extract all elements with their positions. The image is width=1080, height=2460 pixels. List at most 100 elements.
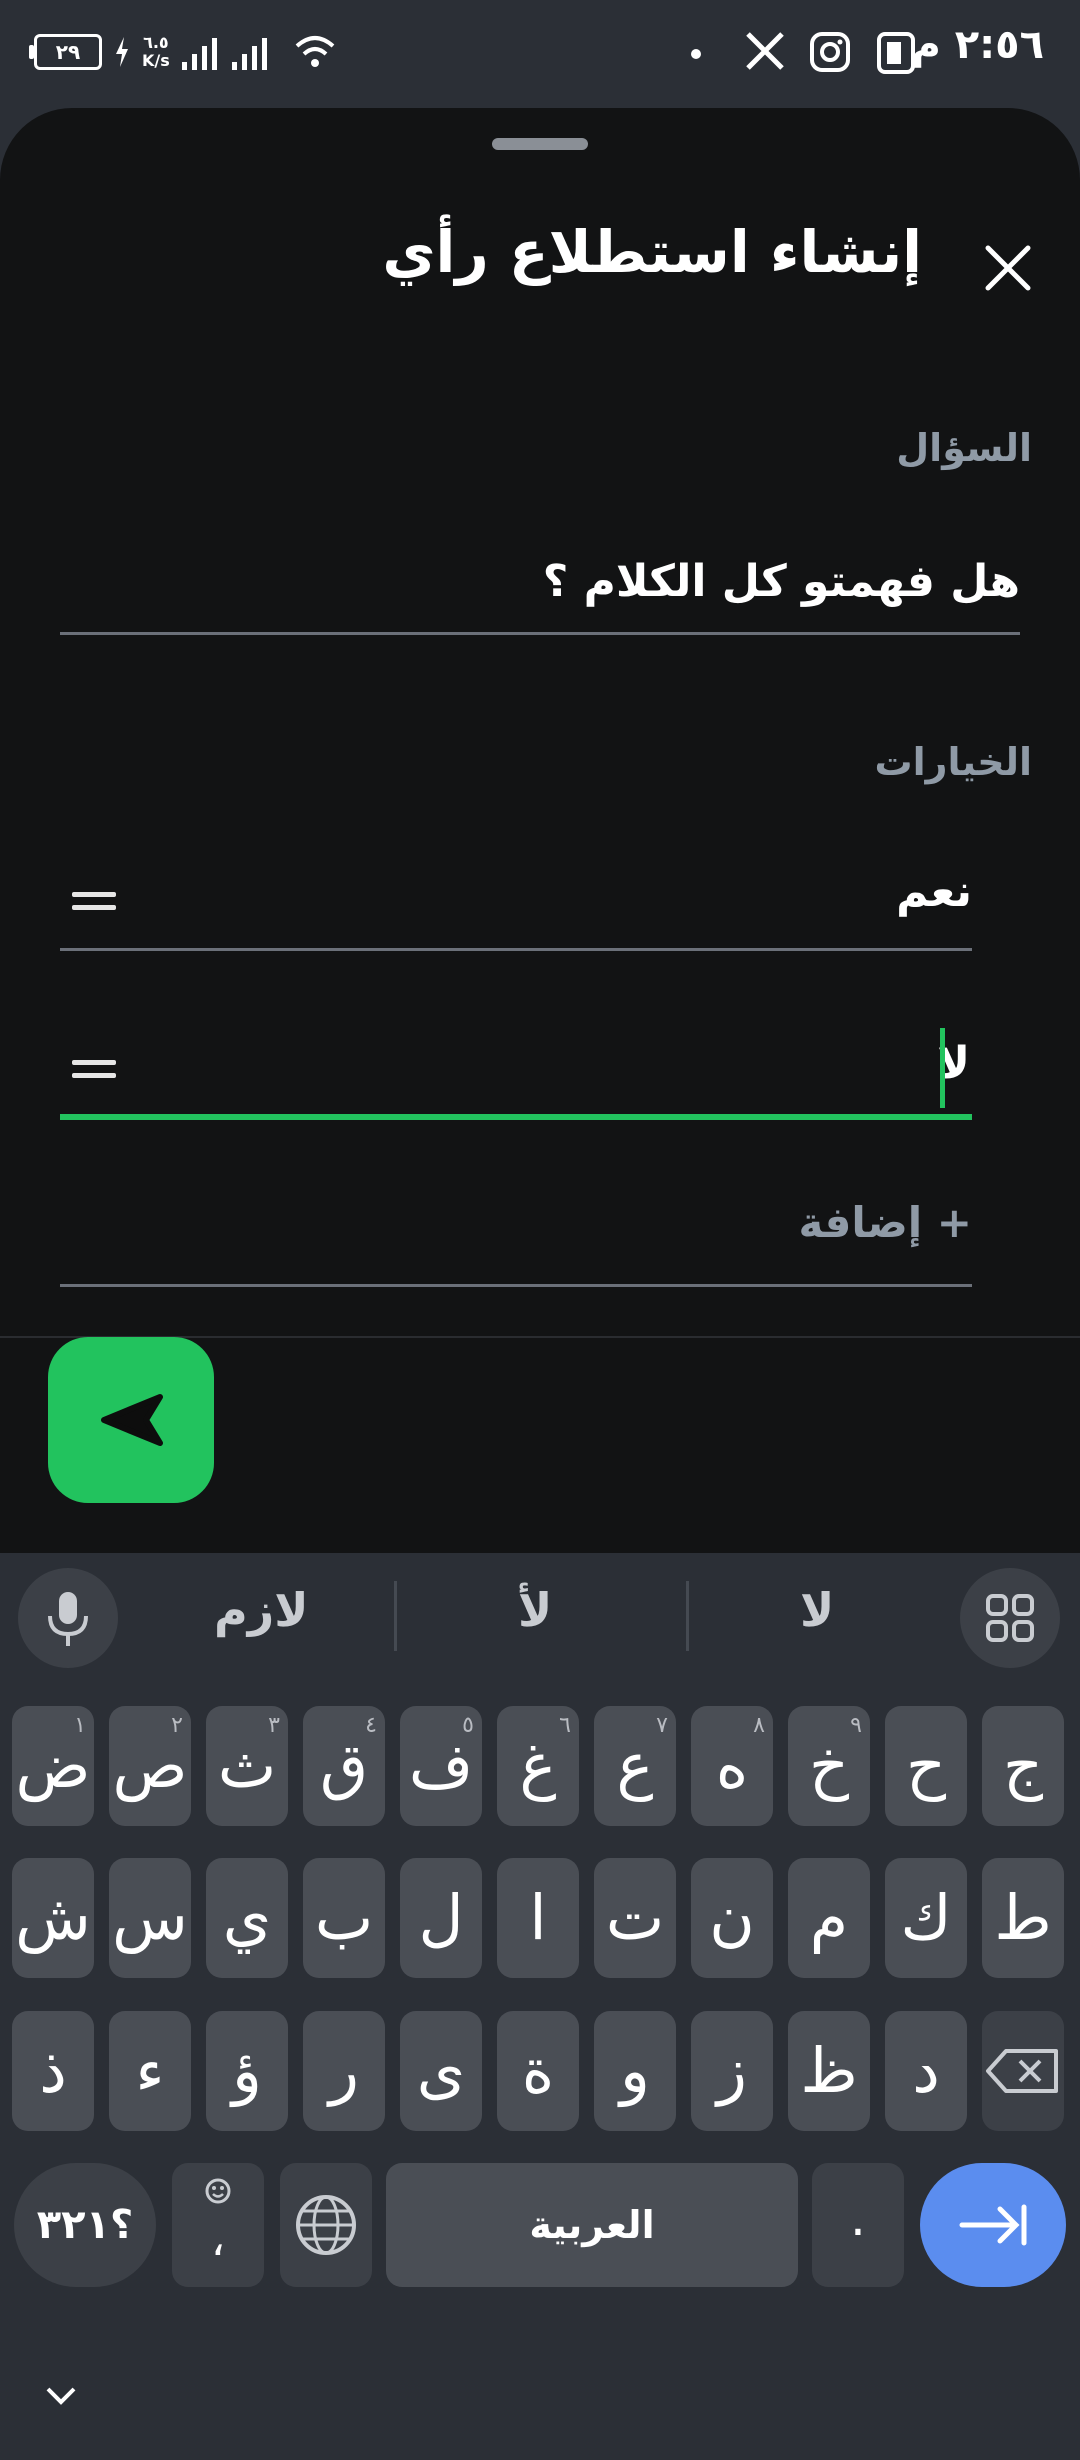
drag-handle-icon[interactable] <box>72 1060 116 1086</box>
key-hint: ٣ <box>268 1713 280 1738</box>
key-label: د <box>912 2034 940 2107</box>
backspace-key[interactable] <box>982 2011 1064 2131</box>
key[interactable]: ن <box>691 1858 773 1978</box>
key-label: ط <box>994 1881 1052 1954</box>
key[interactable]: د <box>885 2011 967 2131</box>
key-hint: ١ <box>74 1713 86 1738</box>
key-label: ش <box>15 1881 91 1954</box>
create-poll-sheet: إنشاء استطلاع رأي السؤال هل فهمتو كل الك… <box>0 108 1080 1553</box>
emoji-comma-key[interactable]: ، <box>172 2163 264 2287</box>
key[interactable]: ت <box>594 1858 676 1978</box>
grid-icon <box>986 1594 1034 1642</box>
key-label: غ <box>519 1729 557 1802</box>
add-option-underline <box>60 1284 972 1287</box>
add-option-button[interactable]: + إضافة <box>798 1198 972 1247</box>
keyboard-hide-chevron-icon[interactable] <box>44 2383 78 2407</box>
key-hint: ٦ <box>559 1713 571 1738</box>
key[interactable]: ز <box>691 2011 773 2131</box>
sheet-title: إنشاء استطلاع رأي <box>382 218 922 286</box>
enter-key[interactable] <box>920 2163 1066 2287</box>
suggestion-divider <box>686 1581 689 1651</box>
key[interactable]: ه٨ <box>691 1706 773 1826</box>
key[interactable]: ل <box>400 1858 482 1978</box>
backspace-icon <box>986 2049 1058 2093</box>
question-underline <box>60 632 1020 635</box>
next-arrow-icon <box>959 2204 1027 2246</box>
key[interactable]: ة <box>497 2011 579 2131</box>
key-label: ر <box>329 2034 359 2107</box>
key-label: خ <box>808 1729 850 1802</box>
key-hint: ٥ <box>462 1713 474 1738</box>
key[interactable]: ر <box>303 2011 385 2131</box>
key[interactable]: ذ <box>12 2011 94 2131</box>
symbols-key[interactable]: ؟٣٢١ <box>14 2163 156 2287</box>
notification-dot-icon <box>691 49 701 59</box>
key[interactable]: و <box>594 2011 676 2131</box>
key-hint: ٨ <box>753 1713 765 1738</box>
key[interactable]: ح <box>885 1706 967 1826</box>
key-label: ج <box>1002 1729 1044 1802</box>
key[interactable]: ش <box>12 1858 94 1978</box>
x-icon <box>746 32 784 70</box>
key-label: ب <box>314 1881 374 1954</box>
charging-icon <box>116 37 128 67</box>
instagram-icon <box>810 32 850 72</box>
key[interactable]: ب <box>303 1858 385 1978</box>
voice-input-button[interactable] <box>18 1568 118 1668</box>
key[interactable]: ا <box>497 1858 579 1978</box>
globe-icon <box>296 2195 356 2255</box>
key[interactable]: ى <box>400 2011 482 2131</box>
key-label: ز <box>717 2034 747 2107</box>
key-label: ه <box>715 1729 749 1802</box>
suggestion-divider <box>394 1581 397 1651</box>
comma-label: ، <box>210 2215 226 2266</box>
send-button[interactable] <box>48 1337 214 1503</box>
key-label: ع <box>616 1729 654 1802</box>
key[interactable]: ؤ <box>206 2011 288 2131</box>
suggestion-2[interactable]: لأ <box>518 1583 552 1637</box>
key[interactable]: ص٢ <box>109 1706 191 1826</box>
language-key[interactable] <box>280 2163 372 2287</box>
key[interactable]: ظ <box>788 2011 870 2131</box>
key-label: ذ <box>39 2034 67 2107</box>
network-speed-unit: K/s <box>142 51 170 70</box>
keyboard-apps-button[interactable] <box>960 1568 1060 1668</box>
status-bar: ٢:٥٦ م ٢٩ ٦.٥ K/s <box>0 0 1080 108</box>
key-label: ء <box>135 2034 165 2107</box>
key-label: ؤ <box>232 2034 262 2107</box>
space-bar[interactable]: العربية <box>386 2163 798 2287</box>
key[interactable]: خ٩ <box>788 1706 870 1826</box>
question-input[interactable]: هل فهمتو كل الكلام ؟ <box>543 556 1020 607</box>
question-label: السؤال <box>896 426 1032 470</box>
send-icon <box>101 1394 163 1446</box>
key[interactable]: ف٥ <box>400 1706 482 1826</box>
key[interactable]: ق٤ <box>303 1706 385 1826</box>
option-underline-1 <box>60 948 972 951</box>
key-label: ة <box>521 2034 555 2107</box>
key[interactable]: ع٧ <box>594 1706 676 1826</box>
drag-handle-icon[interactable] <box>72 892 116 918</box>
suggestion-1[interactable]: لا <box>800 1583 834 1637</box>
key[interactable]: ث٣ <box>206 1706 288 1826</box>
period-key[interactable]: . <box>812 2163 904 2287</box>
key-hint: ٢ <box>171 1713 183 1738</box>
status-time: ٢:٥٦ م <box>911 22 1045 68</box>
key[interactable]: ك <box>885 1858 967 1978</box>
key[interactable]: م <box>788 1858 870 1978</box>
key[interactable]: ض١ <box>12 1706 94 1826</box>
news-icon <box>877 32 915 74</box>
suggestion-3[interactable]: لازم <box>214 1583 308 1637</box>
key[interactable]: ج <box>982 1706 1064 1826</box>
close-icon[interactable] <box>978 238 1038 298</box>
key[interactable]: ء <box>109 2011 191 2131</box>
key[interactable]: ي <box>206 1858 288 1978</box>
text-cursor <box>940 1028 945 1108</box>
key-hint: ٤ <box>365 1713 377 1738</box>
key[interactable]: ط <box>982 1858 1064 1978</box>
option-underline-2-active <box>60 1114 972 1120</box>
option-input-1[interactable]: نعم <box>896 866 972 917</box>
key-label: س <box>112 1881 188 1954</box>
key[interactable]: غ٦ <box>497 1706 579 1826</box>
sheet-drag-handle[interactable] <box>492 138 588 150</box>
key[interactable]: س <box>109 1858 191 1978</box>
